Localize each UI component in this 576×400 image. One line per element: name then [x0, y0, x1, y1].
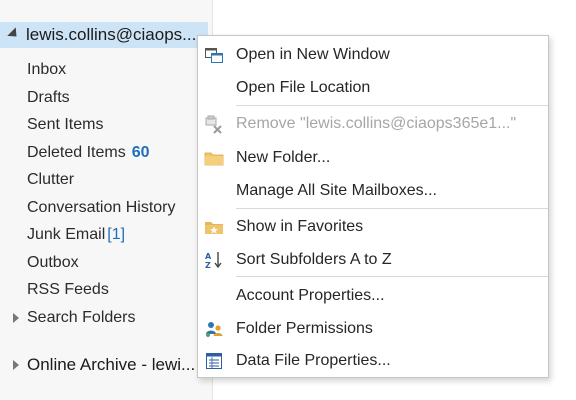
menu-item-remove-account: Remove "lewis.collins@ciaops365e1..." [198, 109, 548, 139]
menu-item-open-in-new-window[interactable]: Open in New Window [198, 40, 548, 70]
folder-label: Conversation History [27, 198, 176, 216]
account-name: lewis.collins@ciaops... [26, 25, 197, 44]
svg-text:A: A [205, 252, 212, 261]
collapse-arrow-icon[interactable] [7, 26, 21, 41]
folder-label: Outbox [27, 253, 79, 271]
menu-item-label: Remove "lewis.collins@ciaops365e1..." [236, 115, 517, 132]
new-window-icon [204, 45, 224, 65]
folder-item-rss-feeds[interactable]: RSS Feeds [0, 276, 212, 304]
folder-item-sent-items[interactable]: Sent Items [0, 111, 212, 139]
folder-label: Inbox [27, 61, 67, 78]
menu-item-folder-permissions[interactable]: Folder Permissions [198, 314, 548, 344]
folder-label: Search Folders [27, 308, 136, 326]
account-header[interactable]: lewis.collins@ciaops... [0, 22, 208, 48]
menu-item-new-folder[interactable]: New Folder... [198, 143, 548, 173]
menu-item-manage-site-mailboxes[interactable]: Manage All Site Mailboxes... [198, 176, 548, 206]
folder-label: Clutter [27, 171, 75, 188]
svg-text:Z: Z [205, 261, 211, 270]
menu-item-open-file-location[interactable]: Open File Location [198, 73, 548, 103]
folder-item-outbox[interactable]: Outbox [0, 249, 212, 277]
remove-mailbox-icon [204, 114, 224, 134]
folder-item-inbox[interactable]: Inbox [0, 56, 212, 84]
folder-label: Drafts [27, 88, 70, 106]
menu-item-sort-subfolders[interactable]: A Z Sort Subfolders A to Z [198, 245, 548, 275]
people-icon [204, 319, 224, 339]
menu-item-label: Folder Permissions [236, 320, 373, 337]
menu-item-label: Data File Properties... [236, 352, 391, 369]
menu-separator [236, 208, 548, 209]
online-archive-header[interactable]: Online Archive - lewi... [0, 351, 212, 379]
menu-item-label: Account Properties... [236, 287, 385, 304]
folder-label: Junk Email [27, 226, 106, 243]
expand-arrow-icon[interactable] [13, 360, 19, 370]
folder-item-search-folders[interactable]: Search Folders [0, 304, 212, 332]
menu-item-label: Open in New Window [236, 46, 390, 63]
menu-item-data-file-properties[interactable]: Data File Properties... [198, 346, 548, 376]
folder-icon [204, 148, 224, 168]
folder-item-conversation-history[interactable]: Conversation History [0, 194, 212, 222]
folder-item-junk-email[interactable]: Junk Email [1] [0, 221, 212, 249]
folder-item-drafts[interactable]: Drafts [0, 84, 212, 112]
folder-item-deleted-items[interactable]: Deleted Items 60 [0, 139, 212, 167]
context-menu: Open in New Window Open File Location Re… [197, 35, 549, 378]
menu-item-label: Manage All Site Mailboxes... [236, 182, 437, 199]
folder-label: Deleted Items [27, 143, 126, 161]
sort-az-icon: A Z [204, 250, 224, 270]
menu-item-label: New Folder... [236, 149, 331, 166]
properties-sheet-icon [204, 351, 224, 371]
favorites-folder-icon [204, 217, 224, 237]
folder-list: Inbox Drafts Sent Items Deleted Items 60 … [0, 56, 212, 331]
folder-pane: lewis.collins@ciaops... Inbox Drafts Sen… [0, 0, 213, 400]
menu-item-show-in-favorites[interactable]: Show in Favorites [198, 212, 548, 242]
archive-name: Online Archive - lewi... [27, 355, 196, 374]
folder-label: Sent Items [27, 116, 104, 133]
menu-item-label: Sort Subfolders A to Z [236, 251, 392, 268]
menu-separator [236, 105, 548, 106]
unread-count-badge: 60 [131, 143, 150, 161]
menu-item-label: Open File Location [236, 79, 371, 96]
menu-item-account-properties[interactable]: Account Properties... [198, 281, 548, 311]
folder-label: RSS Feeds [27, 281, 109, 298]
folder-item-clutter[interactable]: Clutter [0, 166, 212, 194]
menu-item-label: Show in Favorites [236, 218, 364, 235]
expand-arrow-icon[interactable] [13, 312, 19, 323]
unread-count-badge: [1] [107, 226, 126, 243]
menu-separator [236, 276, 548, 277]
